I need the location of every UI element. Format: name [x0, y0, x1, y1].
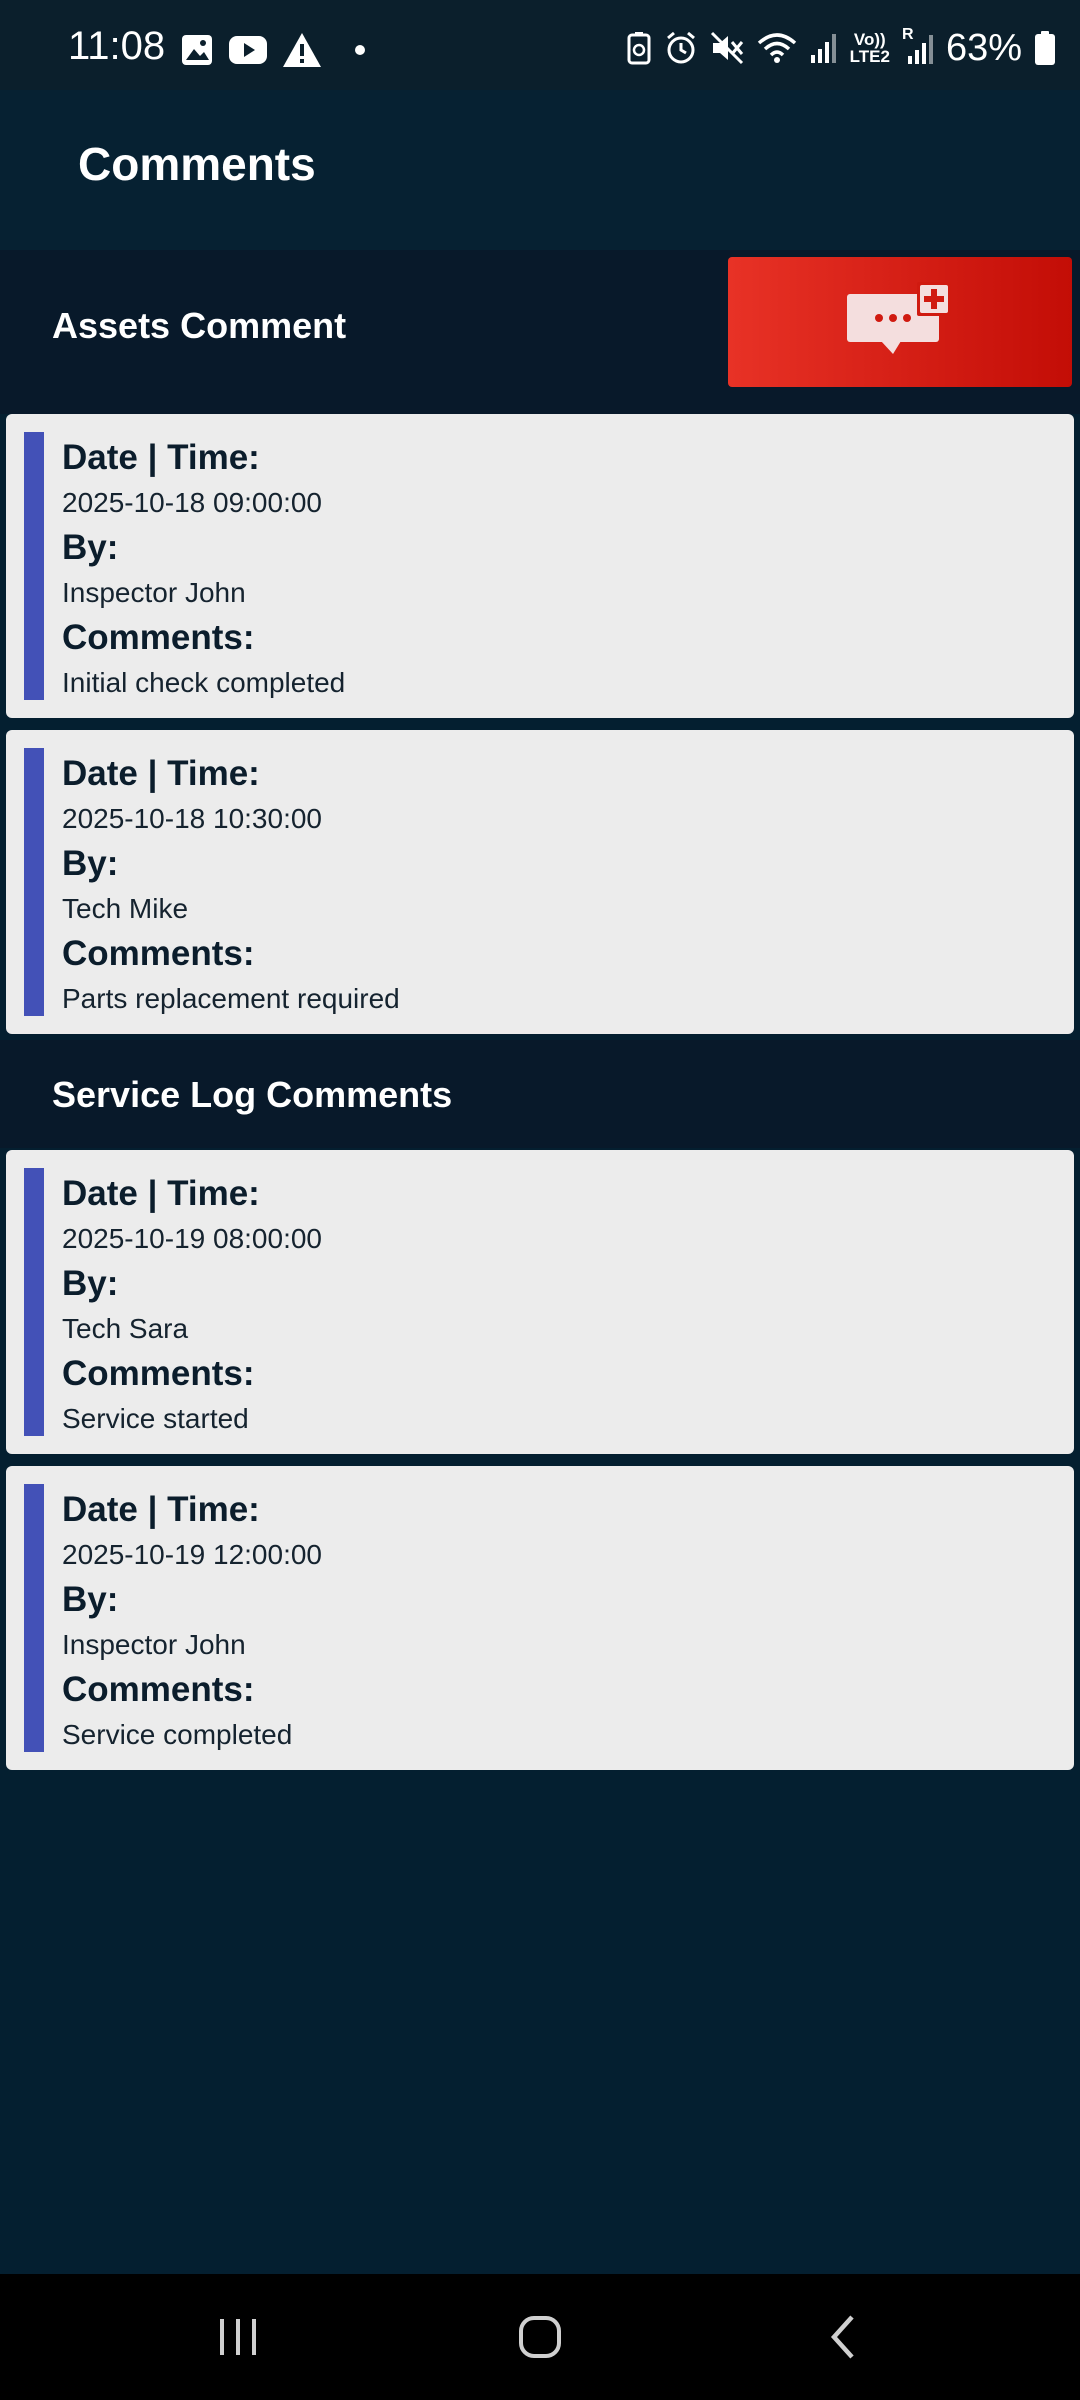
system-nav-bar [0, 2274, 1080, 2400]
status-time: 11:08 [68, 24, 166, 68]
comment-value: Service started [62, 1403, 249, 1434]
by-value: Tech Sara [62, 1313, 189, 1344]
by-value: Inspector John [62, 577, 246, 608]
add-comment-button[interactable] [728, 257, 1072, 387]
service-section-header: Service Log Comments [0, 1040, 1080, 1148]
status-right-icons: Vo)) LTE2 R 63% [626, 26, 1056, 69]
recents-icon [220, 2319, 256, 2355]
date-time-value: 2025-10-19 12:00:00 [62, 1539, 322, 1570]
comments-label: Comments: [62, 1670, 255, 1709]
card-accent-bar [24, 432, 44, 700]
add-comment-icon [847, 282, 951, 354]
date-time-value: 2025-10-18 09:00:00 [62, 487, 322, 518]
by-label: By: [62, 1580, 119, 1619]
battery-icon [1035, 31, 1055, 65]
date-time-value: 2025-10-18 10:30:00 [62, 803, 322, 834]
by-value: Tech Mike [62, 893, 189, 924]
by-label: By: [62, 844, 119, 883]
app-bar: Comments [0, 90, 1080, 250]
warning-icon [283, 33, 321, 67]
back-icon [830, 2315, 854, 2359]
comment-card: Date | Time: 2025-10-19 12:00:00 By: Ins… [6, 1466, 1074, 1770]
comment-value: Parts replacement required [62, 983, 400, 1014]
date-time-label: Date | Time: [62, 1174, 260, 1213]
wifi-icon [757, 33, 796, 63]
home-icon [519, 2316, 561, 2358]
recents-button[interactable] [178, 2302, 298, 2372]
card-accent-bar [24, 748, 44, 1016]
lte-label: LTE2 [849, 47, 890, 66]
comments-label: Comments: [62, 618, 255, 657]
signal-roaming-icon: R [902, 26, 934, 66]
card-accent-bar [24, 1168, 44, 1436]
volte-icon: Vo)) LTE2 [850, 31, 890, 65]
dot-icon [355, 45, 365, 55]
date-time-value: 2025-10-19 08:00:00 [62, 1223, 322, 1254]
date-time-label: Date | Time: [62, 438, 260, 477]
alarm-icon [666, 31, 695, 64]
service-section-title: Service Log Comments [52, 1074, 453, 1115]
gallery-icon [182, 35, 212, 65]
battery-saver-icon [627, 32, 651, 65]
comments-label: Comments: [62, 934, 255, 973]
card-accent-bar [24, 1484, 44, 1752]
page-title: Comments [78, 138, 316, 190]
comment-card: Date | Time: 2025-10-18 10:30:00 By: Tec… [6, 730, 1074, 1034]
comments-label: Comments: [62, 1354, 255, 1393]
assets-section-title: Assets Comment [52, 305, 347, 346]
comment-value: Initial check completed [62, 667, 346, 698]
by-value: Inspector John [62, 1629, 246, 1660]
comment-value: Service completed [62, 1719, 293, 1750]
comment-card: Date | Time: 2025-10-18 09:00:00 By: Ins… [6, 414, 1074, 718]
volte-label: Vo)) [853, 30, 886, 49]
by-label: By: [62, 1264, 119, 1303]
comment-card: Date | Time: 2025-10-19 08:00:00 By: Tec… [6, 1150, 1074, 1454]
youtube-icon [229, 36, 267, 64]
signal-icon [810, 34, 836, 63]
back-button[interactable] [784, 2302, 904, 2372]
date-time-label: Date | Time: [62, 1490, 260, 1529]
mute-icon [710, 31, 743, 65]
status-left-icons [180, 30, 368, 70]
home-button[interactable] [480, 2302, 600, 2372]
date-time-label: Date | Time: [62, 754, 260, 793]
status-bar: 11:08 Vo)) LTE2 R 63% [0, 0, 1080, 90]
battery-percent: 63% [945, 26, 1022, 69]
by-label: By: [62, 528, 119, 567]
